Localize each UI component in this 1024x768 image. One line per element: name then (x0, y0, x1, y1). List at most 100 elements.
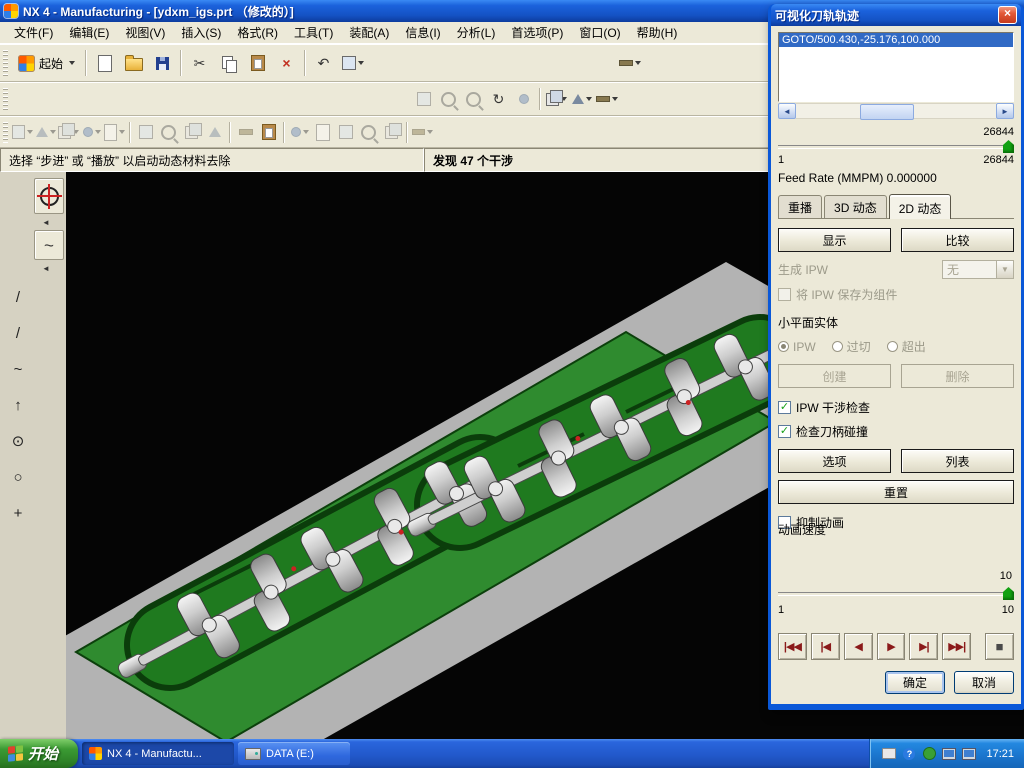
menu-window[interactable]: 窗口(O) (571, 22, 628, 43)
goto-line-selected[interactable]: GOTO/500.430,-25.176,100.000 (779, 33, 1013, 47)
command-dropdown-icon[interactable] (338, 49, 367, 78)
tray-network-icon[interactable] (942, 748, 956, 760)
menu-view[interactable]: 视图(V) (117, 22, 173, 43)
toolbar-grip[interactable] (3, 50, 8, 75)
menu-edit[interactable]: 编辑(E) (61, 22, 117, 43)
zoom-in-out-icon[interactable] (461, 87, 486, 112)
scroll-left-icon[interactable]: ◄ (778, 103, 796, 119)
flashlight-icon[interactable] (257, 121, 280, 144)
step-forward-button[interactable]: ▶| (909, 633, 938, 660)
list-button[interactable]: 列表 (901, 449, 1014, 473)
paste-icon[interactable] (243, 49, 272, 78)
tab-3d-dynamic[interactable]: 3D 动态 (824, 195, 887, 218)
checkmark-icon[interactable]: ✓ (778, 401, 791, 414)
play-forward-button[interactable]: ▶ (877, 633, 906, 660)
create-method-icon[interactable] (80, 121, 103, 144)
reset-button[interactable]: 重置 (778, 480, 1014, 504)
list-output-icon[interactable] (234, 121, 257, 144)
arc-icon[interactable]: / (5, 320, 31, 346)
view-more-icon[interactable] (594, 87, 619, 112)
post-process-icon[interactable] (288, 121, 311, 144)
ipw-interference-checkbox[interactable]: ✓ IPW 干涉检查 (778, 399, 1014, 416)
collapse-left-icon[interactable]: ◄ (42, 218, 50, 227)
taskbar-task-data-drive[interactable]: DATA (E:) (238, 742, 350, 765)
tray-ime-icon[interactable] (882, 748, 896, 760)
start-application-button[interactable]: 起始 (11, 48, 82, 78)
speed-slider-thumb[interactable] (1003, 587, 1014, 600)
compare-button[interactable]: 比较 (901, 228, 1014, 252)
save-part-icon[interactable] (148, 49, 177, 78)
spline-icon[interactable]: ~ (5, 356, 31, 382)
create-tool-icon[interactable] (34, 121, 57, 144)
circle-icon[interactable]: ○ (5, 464, 31, 490)
menu-preferences[interactable]: 首选项(P) (503, 22, 571, 43)
menu-file[interactable]: 文件(F) (6, 22, 61, 43)
tray-display-icon[interactable] (962, 748, 976, 760)
circle-center-icon[interactable]: ⊙ (5, 428, 31, 454)
show-button[interactable]: 显示 (778, 228, 891, 252)
fit-view-icon[interactable] (411, 87, 436, 112)
plus-icon[interactable]: + (5, 500, 31, 526)
menu-format[interactable]: 格式(R) (229, 22, 286, 43)
point-icon[interactable]: ↑ (5, 392, 31, 418)
tray-antivirus-icon[interactable] (922, 748, 936, 760)
toolpath-listbox[interactable]: GOTO/500.430,-25.176,100.000 (778, 32, 1014, 102)
replay-toolpath-icon[interactable] (157, 121, 180, 144)
holder-collision-checkbox[interactable]: ✓ 检查刀柄碰撞 (778, 423, 1014, 440)
scroll-right-icon[interactable]: ► (996, 103, 1014, 119)
simulate-icon[interactable] (203, 121, 226, 144)
taskbar-clock[interactable]: 17:21 (986, 748, 1014, 760)
spline-tool-button[interactable]: ~ (34, 230, 64, 260)
view-orientation-icon[interactable] (569, 87, 594, 112)
rotate-view-icon[interactable] (511, 87, 536, 112)
toolbar-grip[interactable] (3, 122, 8, 143)
verify-toolpath-icon[interactable] (180, 121, 203, 144)
ok-button[interactable]: 确定 (885, 671, 945, 694)
create-operation-icon[interactable] (103, 121, 126, 144)
collapse-left-icon[interactable]: ◄ (42, 264, 50, 273)
play-backward-button[interactable]: ◀ (844, 633, 873, 660)
stop-button[interactable]: ■ (985, 633, 1014, 660)
dialog-title-bar[interactable]: 可视化刀轨轨迹 × (771, 4, 1021, 26)
menu-tools[interactable]: 工具(T) (286, 22, 341, 43)
step-back-button[interactable]: |◀ (811, 633, 840, 660)
toolbar-grip[interactable] (3, 88, 8, 110)
scrollbar-thumb[interactable] (860, 104, 914, 120)
workpiece-display-icon[interactable] (380, 121, 403, 144)
menu-help[interactable]: 帮助(H) (629, 22, 686, 43)
go-to-end-button[interactable]: ▶▶| (942, 633, 971, 660)
checkmark-icon[interactable]: ✓ (778, 425, 791, 438)
zoom-icon[interactable] (436, 87, 461, 112)
create-program-icon[interactable] (11, 121, 34, 144)
shaded-display-icon[interactable] (544, 87, 569, 112)
line-icon[interactable]: / (5, 284, 31, 310)
options-button[interactable]: 选项 (778, 449, 891, 473)
menu-insert[interactable]: 插入(S) (173, 22, 229, 43)
taskbar-task-nx[interactable]: NX 4 - Manufactu... (82, 742, 234, 765)
new-part-icon[interactable] (90, 49, 119, 78)
listbox-horizontal-scrollbar[interactable]: ◄ ► (778, 103, 1014, 119)
toolbar-overflow-icon[interactable] (617, 51, 642, 76)
tool-display-icon[interactable] (357, 121, 380, 144)
path-slider-thumb[interactable] (1003, 140, 1014, 153)
animation-speed-slider[interactable] (778, 586, 1014, 600)
tab-replay[interactable]: 重播 (778, 195, 822, 218)
close-icon[interactable]: × (998, 6, 1017, 24)
selection-ball-button[interactable] (34, 178, 64, 214)
cut-icon[interactable]: ✂ (185, 49, 214, 78)
refresh-view-icon[interactable]: ↻ (486, 87, 511, 112)
tray-help-icon[interactable]: ? (902, 748, 916, 760)
copy-icon[interactable] (214, 49, 243, 78)
menu-information[interactable]: 信息(I) (397, 22, 448, 43)
go-to-start-button[interactable]: |◀◀ (778, 633, 807, 660)
open-part-icon[interactable] (119, 49, 148, 78)
options-more-icon[interactable] (411, 121, 434, 144)
create-geometry-icon[interactable] (57, 121, 80, 144)
machine-control-icon[interactable] (334, 121, 357, 144)
undo-icon[interactable]: ↶ (309, 49, 338, 78)
shop-documentation-icon[interactable] (311, 121, 334, 144)
generate-toolpath-icon[interactable] (134, 121, 157, 144)
tab-2d-dynamic[interactable]: 2D 动态 (889, 194, 952, 219)
cancel-button[interactable]: 取消 (954, 671, 1014, 694)
start-button[interactable]: 开始 (0, 739, 78, 768)
